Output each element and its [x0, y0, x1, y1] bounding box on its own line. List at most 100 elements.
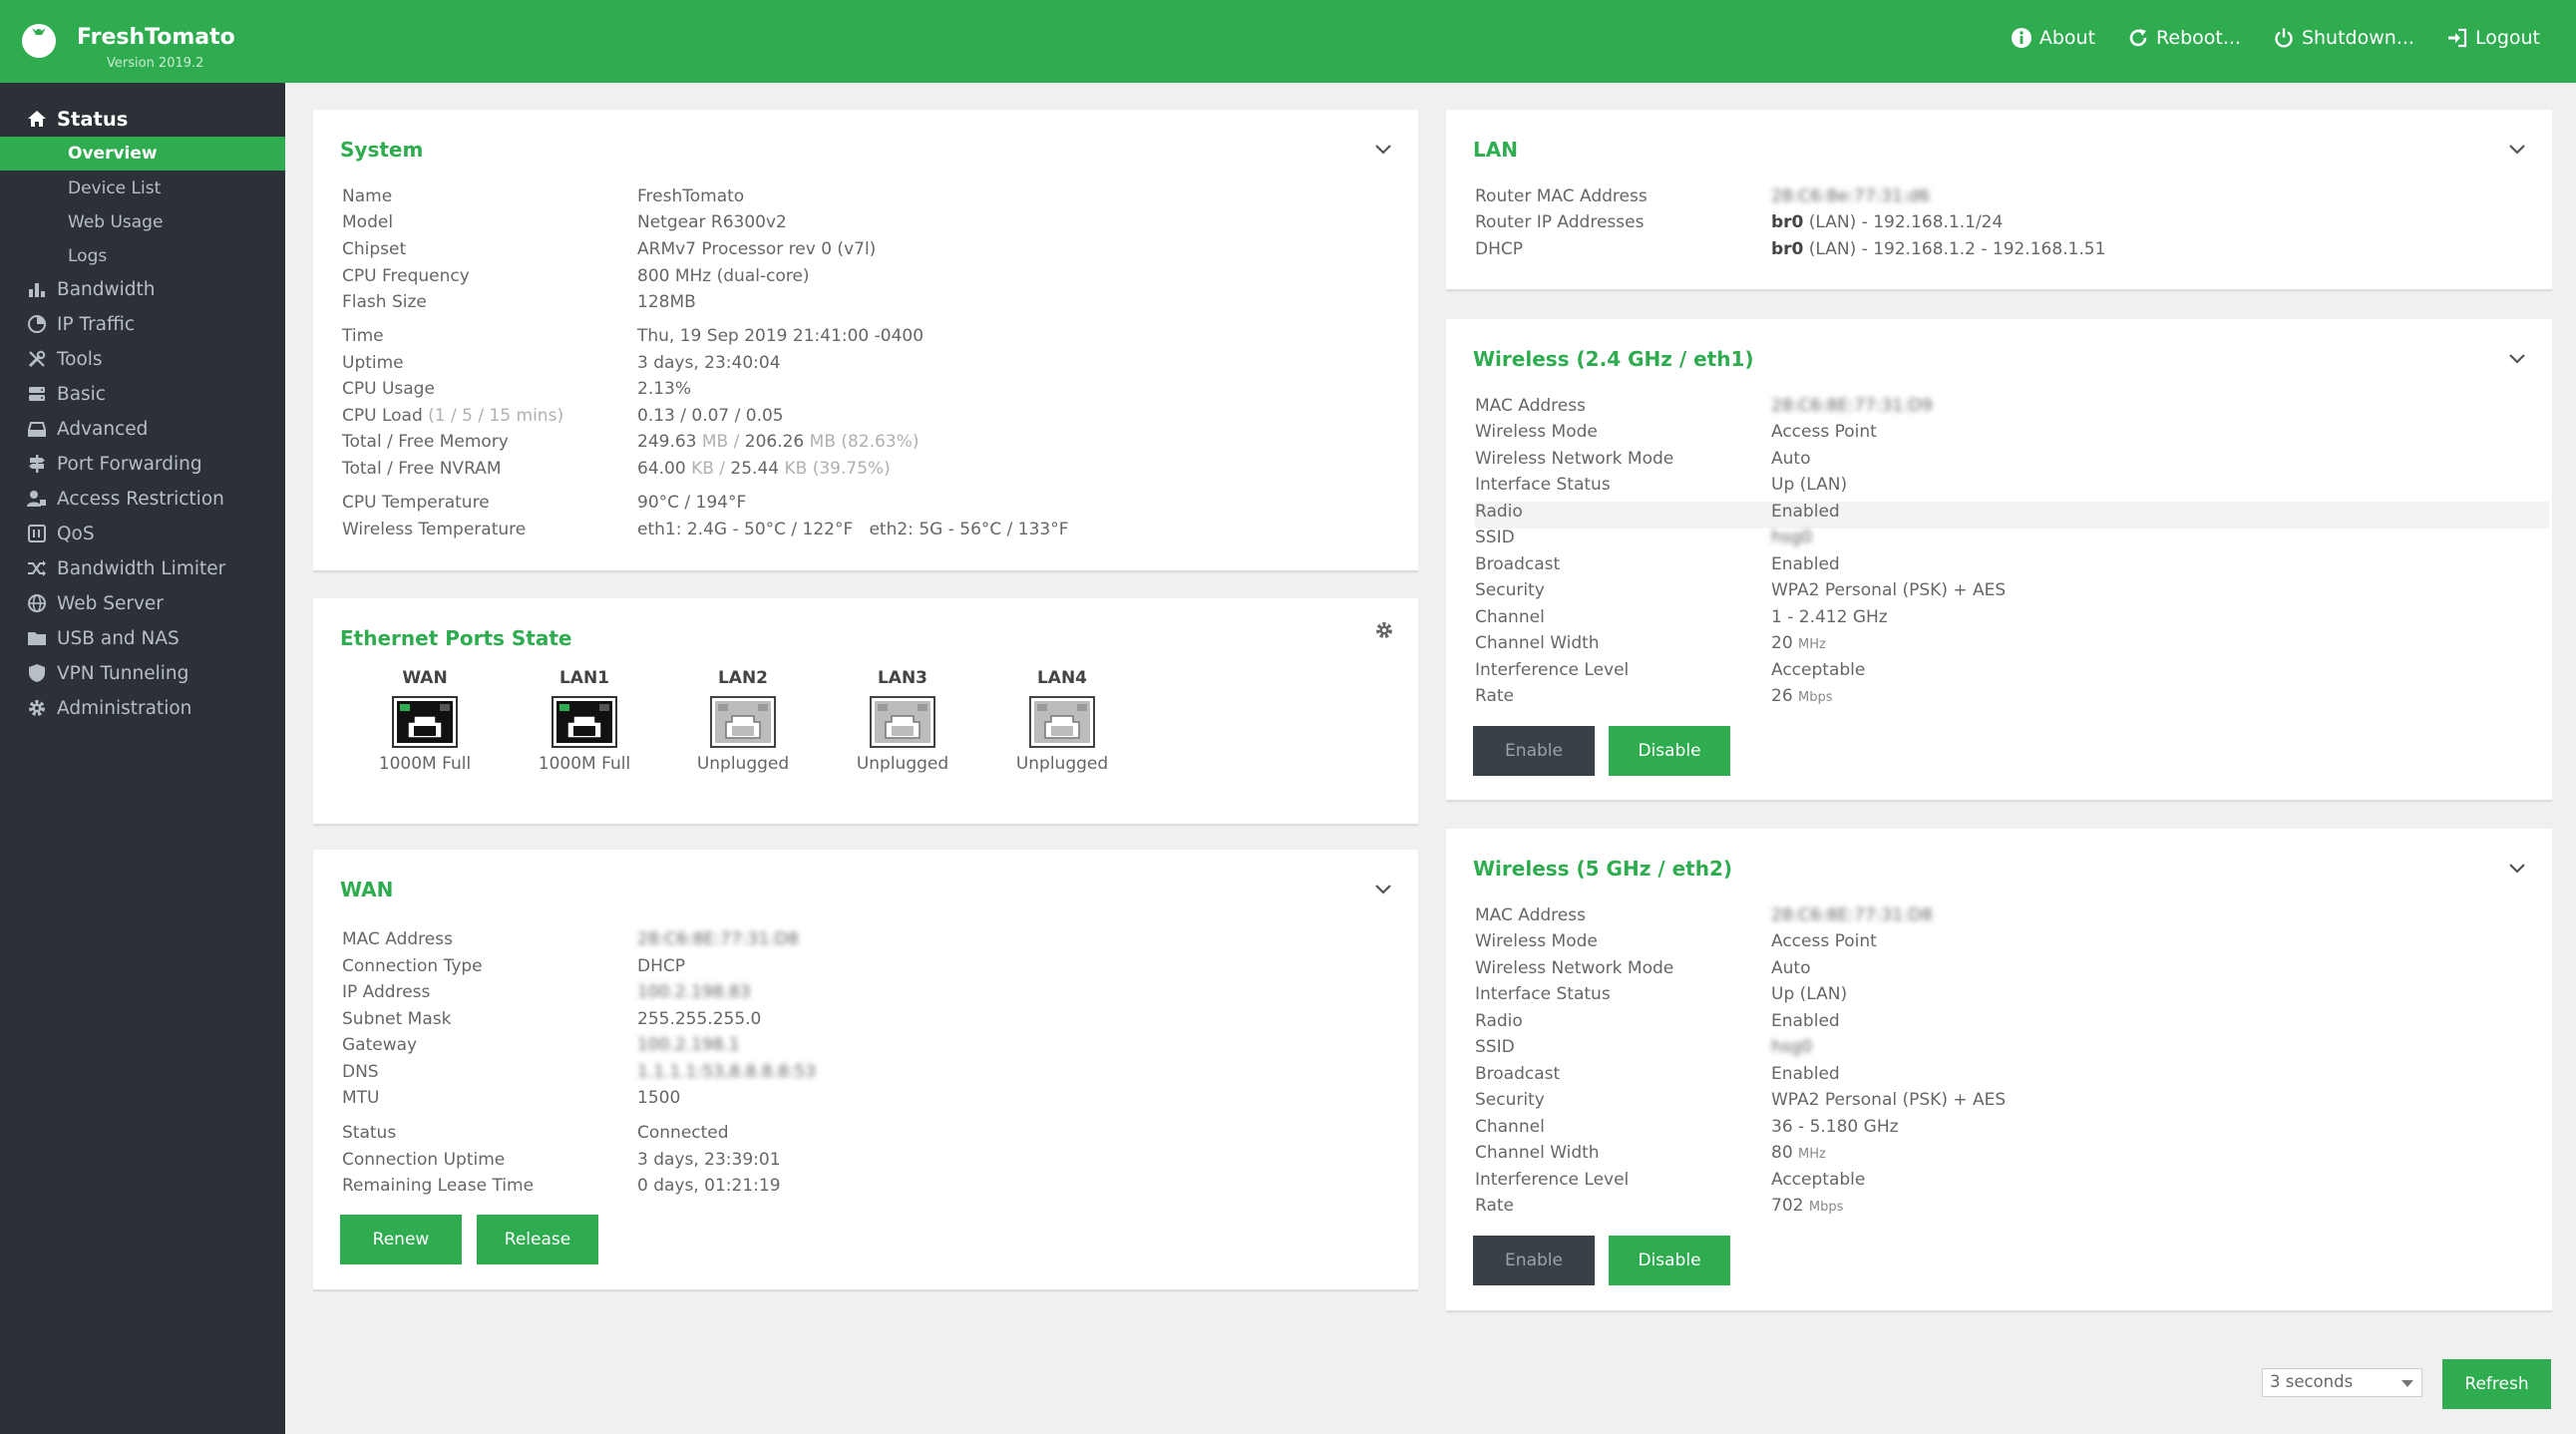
wireless-row: Security WPA2 Personal (PSK) + AES [1475, 1090, 2007, 1110]
system-row: Flash Size 128MB [342, 292, 696, 312]
chevron-down-icon[interactable] [2506, 138, 2528, 160]
wireless-row: Interface Status Up (LAN) [1475, 984, 1848, 1004]
system-row: Total / Free Memory 249.63 MB / 206.26 MB… [342, 432, 920, 452]
sidebar-subitem-logs[interactable]: Logs [0, 239, 285, 273]
port-wan: WAN 1000M Full [378, 668, 472, 774]
tools-icon [25, 347, 49, 371]
chevron-down-icon[interactable] [2506, 857, 2528, 879]
sidebar-item-label: Status [57, 107, 129, 131]
about-link[interactable]: About [2011, 27, 2095, 49]
chevron-down-icon[interactable] [2506, 347, 2528, 369]
reboot-link[interactable]: Reboot... [2127, 27, 2241, 49]
sidebar: Status Overview Device List Web Usage Lo… [0, 83, 285, 1434]
wan-row: Subnet Mask 255.255.255.0 [342, 1009, 762, 1029]
ethernet-title: Ethernet Ports State [340, 626, 572, 650]
sidebar-item-bandwidth[interactable]: Bandwidth [0, 272, 285, 306]
port-lan4: LAN4 Unplugged [1015, 668, 1109, 774]
sidebar-item-qos[interactable]: QoS [0, 517, 285, 550]
qos-icon [25, 522, 49, 545]
system-row: Time Thu, 19 Sep 2019 21:41:00 -0400 [342, 326, 924, 346]
sidebar-item-port-forwarding[interactable]: Port Forwarding [0, 447, 285, 481]
folder-icon [25, 626, 49, 650]
wireless-row: Interface Status Up (LAN) [1475, 475, 1848, 495]
wan-row: DNS 1.1.1.1:53,8.8.8.8:53 [342, 1062, 817, 1082]
random-icon [25, 556, 49, 580]
sidebar-item-administration[interactable]: Administration [0, 691, 285, 725]
info-icon [2011, 28, 2031, 48]
sidebar-item-label: Administration [57, 697, 192, 719]
wireless-row: Interference Level Acceptable [1475, 1170, 1866, 1190]
system-row: Wireless Temperature eth1: 2.4G - 50°C / … [342, 520, 1069, 539]
refresh-interval-select[interactable]: 3 seconds [2262, 1368, 2422, 1397]
wan-row: MTU 1500 [342, 1088, 681, 1108]
wireless-row: Radio Enabled [1475, 1011, 1840, 1031]
port-lan2: LAN2 Unplugged [696, 668, 790, 774]
sidebar-item-basic[interactable]: Basic [0, 377, 285, 411]
ethernet-port-unplugged-icon [870, 696, 935, 748]
sidebar-item-label: Bandwidth [57, 278, 156, 300]
port-lan3: LAN3 Unplugged [856, 668, 949, 774]
shutdown-link[interactable]: Shutdown... [2273, 27, 2414, 49]
system-row: Chipset ARMv7 Processor rev 0 (v7l) [342, 239, 877, 259]
chevron-down-icon[interactable] [1372, 138, 1394, 160]
ethernet-port-connected-icon [552, 696, 617, 748]
wan-row: Gateway 100.2.198.1 [342, 1035, 740, 1055]
wireless-24-enable-button[interactable]: Enable [1473, 726, 1595, 776]
system-row: CPU Usage 2.13% [342, 379, 692, 399]
shutdown-label: Shutdown... [2301, 27, 2414, 49]
sidebar-item-vpn-tunneling[interactable]: VPN Tunneling [0, 656, 285, 690]
wireless-24-disable-button[interactable]: Disable [1609, 726, 1730, 776]
sidebar-item-advanced[interactable]: Advanced [0, 412, 285, 446]
sidebar-item-access-restriction[interactable]: Access Restriction [0, 482, 285, 516]
lan-card: LAN Router MAC Address 28:C6:8e:77:31:d6 … [1446, 110, 2552, 291]
sidebar-item-label: IP Traffic [57, 313, 136, 335]
wireless-row: Interference Level Acceptable [1475, 660, 1866, 680]
chevron-down-icon[interactable] [1372, 878, 1394, 899]
logout-link[interactable]: Logout [2446, 27, 2540, 49]
sidebar-item-web-server[interactable]: Web Server [0, 586, 285, 620]
sidebar-item-label: Port Forwarding [57, 453, 202, 475]
shield-icon [25, 661, 49, 685]
cog-icon [25, 696, 49, 720]
wireless-24-card: Wireless (2.4 GHz / eth1) MAC Address 28:… [1446, 319, 2552, 802]
lan-row: Router IP Addresses br0 (LAN) - 192.168.1… [1475, 212, 2004, 232]
release-button[interactable]: Release [477, 1215, 598, 1264]
server-icon [25, 382, 49, 406]
power-icon [2275, 28, 2293, 48]
wireless-row: Channel Width 20 MHz [1475, 633, 1826, 653]
sidebar-item-usb-nas[interactable]: USB and NAS [0, 621, 285, 655]
wan-row: MAC Address 28:C6:8E:77:31:D8 [342, 929, 799, 949]
port-lan1: LAN1 1000M Full [538, 668, 631, 774]
wireless-row: Channel Width 80 MHz [1475, 1143, 1826, 1163]
system-card: System Name FreshTomato Model Netgear R630… [313, 110, 1418, 572]
wireless-5-enable-button[interactable]: Enable [1473, 1236, 1595, 1285]
reboot-label: Reboot... [2156, 27, 2241, 49]
wan-row: Connection Uptime 3 days, 23:39:01 [342, 1150, 781, 1170]
wan-row: IP Address 100.2.198.83 [342, 982, 751, 1002]
wireless-5-disable-button[interactable]: Disable [1609, 1236, 1730, 1285]
sidebar-item-bandwidth-limiter[interactable]: Bandwidth Limiter [0, 551, 285, 585]
wan-row: Remaining Lease Time 0 days, 01:21:19 [342, 1176, 781, 1196]
wireless-5-card: Wireless (5 GHz / eth2) MAC Address 28:C6… [1446, 829, 2552, 1312]
sidebar-item-label: QoS [57, 523, 95, 544]
system-row: CPU Temperature 90°C / 194°F [342, 493, 747, 513]
renew-button[interactable]: Renew [340, 1215, 462, 1264]
sidebar-item-ip-traffic[interactable]: IP Traffic [0, 307, 285, 341]
wireless-row: Broadcast Enabled [1475, 554, 1840, 574]
hdd-icon [25, 417, 49, 441]
wireless-row: MAC Address 28:C6:8E:77:31:D8 [1475, 905, 1933, 925]
pie-chart-icon [25, 312, 49, 336]
system-row: Uptime 3 days, 23:40:04 [342, 353, 781, 373]
wireless-row: SSID hsg0 [1475, 528, 1813, 547]
sidebar-item-tools[interactable]: Tools [0, 342, 285, 376]
wireless-row: Broadcast Enabled [1475, 1064, 1840, 1084]
ethernet-port-unplugged-icon [1029, 696, 1095, 748]
sidebar-subitem-web-usage[interactable]: Web Usage [0, 205, 285, 239]
wireless-row: Radio Enabled [1475, 502, 2549, 529]
sidebar-subitem-device-list[interactable]: Device List [0, 172, 285, 205]
refresh-button[interactable]: Refresh [2442, 1359, 2551, 1409]
sidebar-item-status[interactable]: Status [0, 102, 285, 136]
wireless-24-title: Wireless (2.4 GHz / eth1) [1473, 347, 1754, 371]
sidebar-subitem-overview[interactable]: Overview [0, 137, 285, 171]
gear-icon[interactable] [1374, 620, 1394, 640]
